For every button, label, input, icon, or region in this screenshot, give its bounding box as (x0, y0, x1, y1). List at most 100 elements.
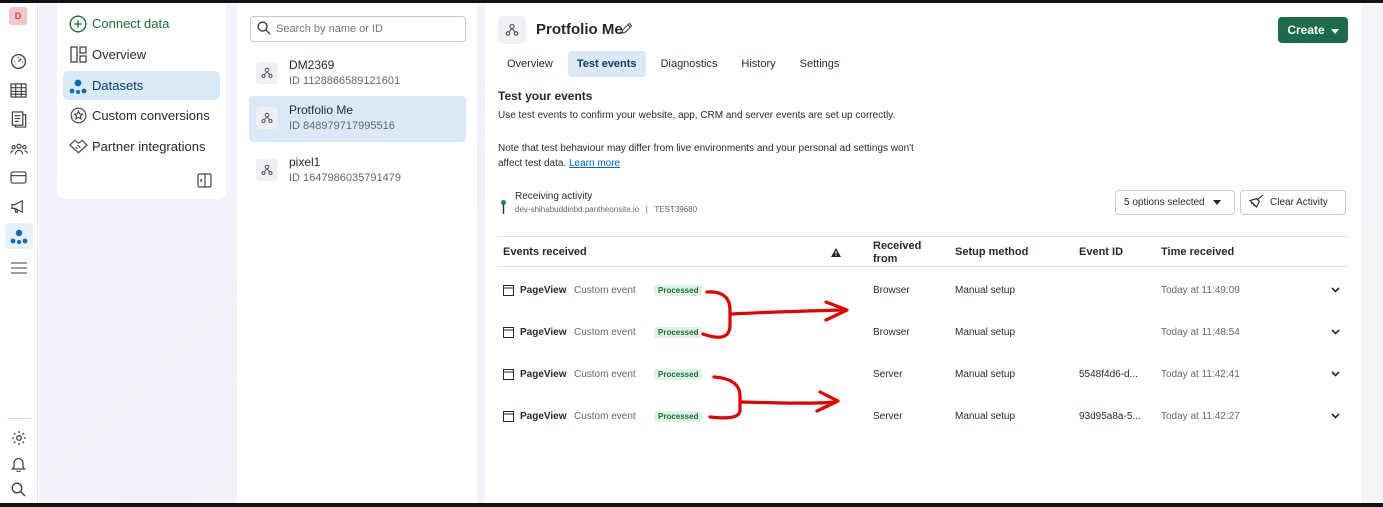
received-from: Server (873, 368, 903, 380)
dataset-name: Protfolio Me (289, 103, 354, 117)
section-heading: Test your events (498, 89, 593, 103)
settings-gear-icon[interactable] (9, 428, 28, 447)
col-time-received: Time received (1161, 246, 1235, 258)
table-row[interactable]: PageView Custom event Processed Server M… (497, 353, 1349, 395)
dataset-name: pixel1 (289, 155, 321, 169)
event-name: PageView (520, 410, 567, 422)
star-circle-icon (68, 106, 88, 126)
col-event-id: Event ID (1079, 246, 1124, 258)
filter-label: 5 options selected (1124, 197, 1205, 208)
tab-overview[interactable]: Overview (498, 51, 562, 77)
browser-window-icon (503, 353, 514, 395)
create-button[interactable]: Create (1278, 17, 1348, 43)
nav-overview[interactable]: Overview (63, 40, 220, 69)
clear-activity-button[interactable]: Clear Activity (1240, 190, 1346, 215)
audience-people-icon[interactable] (9, 139, 28, 158)
event-id: 93d95a8a-5... (1079, 410, 1141, 422)
table-grid-icon[interactable] (9, 81, 28, 100)
time-received: Today at 11:49:09 (1161, 284, 1240, 296)
status-badge-label: Processed (654, 326, 703, 338)
nav-item-label: Custom conversions (92, 108, 210, 123)
table-row[interactable]: PageView Custom event Processed Browser … (497, 311, 1349, 353)
dataset-icon (256, 62, 278, 84)
chevron-down-icon[interactable] (1331, 353, 1340, 395)
rail-divider (7, 418, 31, 419)
nav-item-label: Partner integrations (92, 139, 206, 154)
caret-down-icon (1330, 23, 1339, 37)
learn-more-link[interactable]: Learn more (569, 158, 620, 169)
dashboard-gauge-icon[interactable] (9, 52, 28, 71)
avatar[interactable]: D (9, 7, 27, 25)
event-id: 5548f4d6-d... (1079, 368, 1138, 380)
status-badge: Processed (654, 269, 703, 311)
receiving-activity-label: Receiving activity (515, 191, 593, 202)
tab-history[interactable]: History (732, 51, 784, 77)
dataset-item-selected[interactable]: Protfolio Me ID 848979717995516 (249, 96, 466, 142)
nav-custom-conversions[interactable]: Custom conversions (63, 101, 220, 130)
billing-card-icon[interactable] (9, 168, 28, 187)
dataset-item[interactable]: DM2369 ID 1128866589121601 (249, 51, 466, 97)
status-badge-label: Processed (654, 410, 703, 422)
events-manager-icon[interactable] (5, 223, 33, 249)
setup-method: Manual setup (955, 410, 1016, 422)
caret-down-icon (1212, 197, 1221, 208)
clear-label: Clear Activity (1270, 197, 1328, 208)
warning-icon (831, 237, 841, 268)
page-title: Protfolio Me (536, 21, 623, 38)
collapse-panel-icon[interactable] (197, 173, 213, 189)
event-type: Custom event (574, 284, 636, 296)
notifications-bell-icon[interactable] (9, 454, 28, 473)
dataset-name: DM2369 (289, 58, 335, 72)
dataset-id: ID 848979717995516 (289, 120, 395, 132)
edit-pencil-icon[interactable] (620, 22, 634, 36)
dataset-detail-panel: Protfolio Me Create Overview Test events… (485, 3, 1361, 503)
event-type: Custom event (574, 368, 636, 380)
tab-bar: Overview Test events Diagnostics History… (498, 51, 854, 77)
chevron-down-icon[interactable] (1331, 395, 1340, 437)
status-badge: Processed (654, 311, 703, 353)
nav-datasets[interactable]: Datasets (63, 71, 220, 100)
table-row[interactable]: PageView Custom event Processed Server M… (497, 395, 1349, 437)
event-name: PageView (520, 326, 567, 338)
pages-list-icon[interactable] (9, 110, 28, 129)
time-received: Today at 11:42:41 (1161, 368, 1240, 380)
event-name: PageView (520, 284, 567, 296)
search-icon[interactable] (9, 480, 28, 499)
browser-window-icon (503, 395, 514, 437)
event-filter-dropdown[interactable]: 5 options selected (1115, 190, 1235, 215)
setup-method: Manual setup (955, 284, 1016, 296)
dataset-icon (498, 16, 526, 44)
dataset-item[interactable]: pixel1 ID 1647986035791479 (249, 148, 466, 194)
nav-connect-data[interactable]: Connect data (63, 9, 220, 38)
megaphone-icon[interactable] (9, 197, 28, 216)
receiving-pin-icon (501, 200, 506, 214)
note-text: Note that test behaviour may differ from… (498, 143, 914, 169)
search-box[interactable] (250, 16, 466, 42)
nav-item-label: Overview (92, 47, 147, 62)
setup-method: Manual setup (955, 368, 1016, 380)
status-badge-label: Processed (654, 284, 703, 296)
overview-layout-icon (68, 45, 88, 65)
tab-test-events[interactable]: Test events (567, 51, 646, 77)
event-type: Custom event (574, 410, 636, 422)
dataset-id: ID 1128866589121601 (289, 75, 401, 87)
browser-window-icon (503, 269, 514, 311)
search-input[interactable] (276, 23, 456, 35)
datasets-icon (68, 76, 88, 96)
menu-hamburger-icon[interactable] (9, 258, 28, 277)
received-from: Browser (873, 326, 910, 338)
time-received: Today at 11:42:27 (1161, 410, 1240, 422)
receiving-activity-detail: dev-shihabuddinbd.pantheonsite.io | TEST… (515, 205, 698, 214)
col-received-from: Received from (873, 239, 922, 265)
chevron-down-icon[interactable] (1331, 269, 1340, 311)
event-name: PageView (520, 368, 567, 380)
tab-settings[interactable]: Settings (791, 51, 849, 77)
status-badge: Processed (654, 395, 703, 437)
table-row[interactable]: PageView Custom event Processed Browser … (497, 269, 1349, 311)
received-from: Server (873, 410, 903, 422)
datasets-nav-card: Connect data Overview Datasets Custom co… (57, 3, 226, 199)
nav-partner-integrations[interactable]: Partner integrations (63, 132, 220, 161)
status-badge: Processed (654, 353, 703, 395)
chevron-down-icon[interactable] (1331, 311, 1340, 353)
tab-diagnostics[interactable]: Diagnostics (652, 51, 727, 77)
